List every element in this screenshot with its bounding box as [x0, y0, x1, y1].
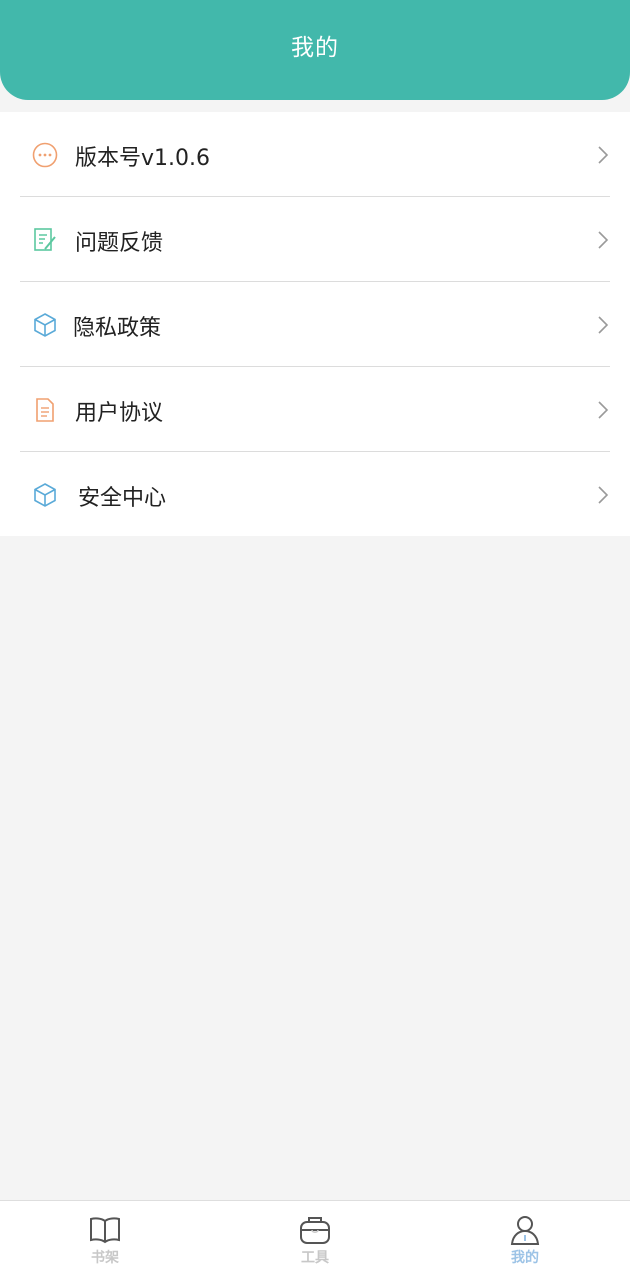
- cube-icon: [34, 483, 56, 507]
- menu-item-label: 隐私政策: [73, 316, 162, 341]
- menu-item-label: 问题反馈: [75, 231, 164, 256]
- tab-label: 工具: [301, 1250, 329, 1266]
- user-icon: [510, 1216, 540, 1245]
- menu-item-user-agreement[interactable]: 用户协议: [20, 367, 610, 452]
- more-circle-icon: [32, 142, 58, 168]
- chevron-right-icon: [598, 316, 609, 334]
- tab-label: 书架: [91, 1250, 119, 1266]
- tab-bookshelf[interactable]: 书架: [0, 1201, 210, 1280]
- toolbox-icon: [300, 1217, 330, 1244]
- tab-label: 我的: [511, 1250, 539, 1266]
- menu-item-label: 安全中心: [78, 486, 167, 511]
- menu-item-feedback[interactable]: 问题反馈: [20, 197, 610, 282]
- tab-mine[interactable]: 我的: [420, 1201, 630, 1280]
- menu-item-security-center[interactable]: 安全中心: [20, 452, 610, 537]
- chevron-right-icon: [598, 231, 609, 249]
- header-bar: 我的: [0, 0, 630, 100]
- menu-item-label: 版本号v1.0.6: [75, 146, 210, 171]
- settings-menu: 版本号v1.0.6 问题反馈 隐私政策 用户协议 安全中心: [0, 112, 630, 536]
- menu-item-label: 用户协议: [75, 401, 164, 426]
- feedback-edit-icon: [34, 228, 56, 251]
- chevron-right-icon: [598, 146, 609, 164]
- bottom-tab-bar: 书架 工具 我的: [0, 1200, 630, 1280]
- book-icon: [90, 1217, 120, 1244]
- menu-item-version[interactable]: 版本号v1.0.6: [20, 112, 610, 197]
- menu-item-privacy[interactable]: 隐私政策: [20, 282, 610, 367]
- document-icon: [36, 398, 54, 422]
- page-title: 我的: [291, 35, 339, 61]
- chevron-right-icon: [598, 486, 609, 504]
- tab-tools[interactable]: 工具: [210, 1201, 420, 1280]
- cube-icon: [34, 313, 56, 337]
- chevron-right-icon: [598, 401, 609, 419]
